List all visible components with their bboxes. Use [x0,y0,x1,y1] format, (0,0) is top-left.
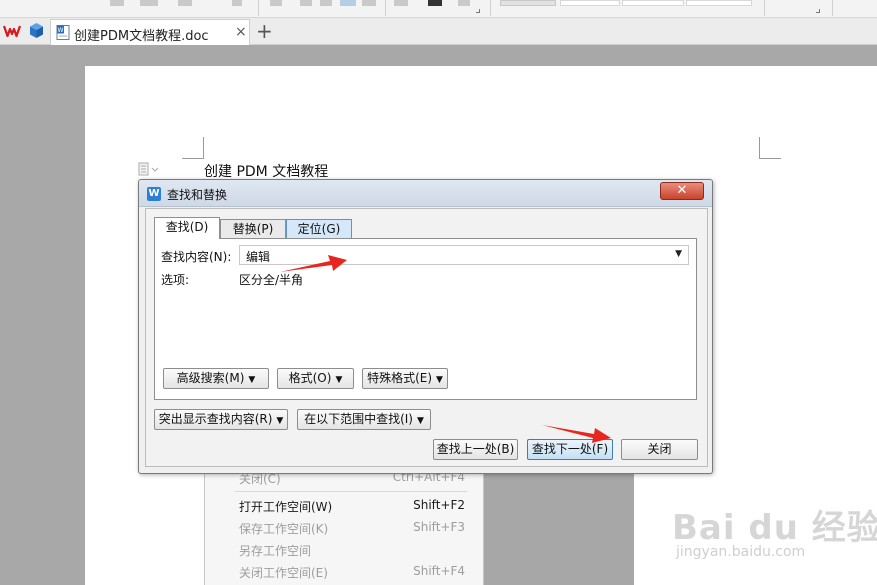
paragraph-handle-icon[interactable] [138,162,160,176]
dialog-title: 查找和替换 [167,188,228,202]
ribbon-button[interactable] [178,0,192,6]
page-corner-mark [182,137,204,159]
dialog-body: 查找(D) 替换(P) 定位(G) 查找内容(N): 编辑 ▼ 选项: 区分全/… [145,208,708,467]
find-tab-panel: 查找内容(N): 编辑 ▼ 选项: 区分全/半角 高级搜索(M) ▼ 格式(O) ▼… [154,238,697,400]
tab-goto[interactable]: 定位(G) [286,219,352,239]
close-button[interactable]: 关闭 [621,439,698,460]
style-gallery-item[interactable] [500,0,556,6]
file-dropdown-menu: 关闭(C) Ctrl+Alt+F4 打开工作空间(W) Shift+F2 保存工… [204,468,484,585]
ribbon-button[interactable] [232,0,242,6]
menu-item-save-workspace-as[interactable]: 另存工作空间 [239,540,469,560]
wps-writer-icon: W [147,187,161,201]
watermark-logo: Bai du 经验 [672,508,877,548]
menu-separator [235,491,467,492]
style-gallery-item[interactable] [560,0,620,6]
find-what-combobox[interactable]: 编辑 ▼ [239,245,689,265]
chevron-down-icon: ▼ [248,375,256,385]
format-button[interactable]: 格式(O) ▼ [277,368,354,389]
word-document-icon: W [56,25,70,40]
cube-icon[interactable] [28,22,45,39]
ribbon-button[interactable] [428,0,442,6]
menu-item-save-workspace[interactable]: 保存工作空间(K) Shift+F3 [239,518,469,538]
tab-find[interactable]: 查找(D) [154,217,220,239]
dialog-close-button[interactable]: ✕ [660,182,704,200]
document-tab-title: 创建PDM文档教程.doc [74,29,209,44]
wps-logo-icon[interactable] [2,23,22,39]
tab-close-icon[interactable]: × [235,24,247,40]
document-tab[interactable]: W 创建PDM文档教程.doc × [50,19,250,45]
find-replace-dialog: W 查找和替换 ✕ 查找(D) 替换(P) 定位(G) 查找内容(N): 编辑 … [138,179,713,474]
ribbon-button[interactable] [340,0,356,6]
find-what-label: 查找内容(N): [161,250,232,264]
ribbon-expand-icon[interactable] [816,9,820,13]
tab-replace[interactable]: 替换(P) [220,219,286,239]
menu-item-open-workspace[interactable]: 打开工作空间(W) Shift+F2 [239,496,469,516]
ribbon-button[interactable] [458,0,470,6]
ribbon-button[interactable] [320,0,332,6]
ribbon-button[interactable] [362,0,376,6]
document-tab-bar: W 创建PDM文档教程.doc × + [0,18,877,45]
baidu-jingyan-watermark: Bai du 经验 jingyan.baidu.com [672,500,877,570]
chevron-down-icon[interactable]: ▼ [675,249,682,259]
highlight-matches-button[interactable]: 突出显示查找内容(R) ▼ [154,409,288,430]
find-previous-button[interactable]: 查找上一处(B) [433,439,518,460]
background-gray-panel [483,468,634,585]
ribbon-divider [258,0,259,16]
dialog-titlebar[interactable]: W 查找和替换 ✕ [139,180,712,207]
ribbon-button[interactable] [140,0,158,6]
ribbon-divider [385,0,386,16]
ribbon-button[interactable] [300,0,312,6]
chevron-down-icon: ▼ [436,375,443,385]
page-corner-mark [759,137,781,159]
ribbon-button[interactable] [270,0,282,6]
find-what-value[interactable]: 编辑 [246,248,270,265]
ribbon-button[interactable] [110,0,124,6]
find-next-button[interactable]: 查找下一处(F) [527,439,613,460]
svg-text:W: W [58,27,64,34]
chevron-down-icon: ▼ [335,375,343,385]
ribbon-divider [764,0,765,16]
ribbon-expand-icon[interactable] [476,9,480,13]
ribbon-toolbar-strip [0,0,877,18]
options-label: 选项: [161,273,190,287]
new-tab-icon[interactable]: + [256,19,273,43]
ribbon-divider [832,0,833,16]
find-in-range-button[interactable]: 在以下范围中查找(I) ▼ [297,409,431,430]
ribbon-divider [490,0,491,16]
chevron-down-icon: ▼ [416,416,424,426]
options-value: 区分全/半角 [239,273,304,287]
ribbon-button[interactable] [394,0,408,6]
style-gallery-item[interactable] [686,0,752,6]
advanced-search-button[interactable]: 高级搜索(M) ▼ [163,368,269,389]
chevron-down-icon: ▼ [276,416,284,426]
watermark-url: jingyan.baidu.com [676,544,806,560]
menu-item-close-workspace[interactable]: 关闭工作空间(E) Shift+F4 [239,562,469,582]
document-heading[interactable]: 创建 PDM 文档教程 [204,161,328,181]
special-format-button[interactable]: 特殊格式(E) ▼ [362,368,448,389]
style-gallery-item[interactable] [622,0,684,6]
